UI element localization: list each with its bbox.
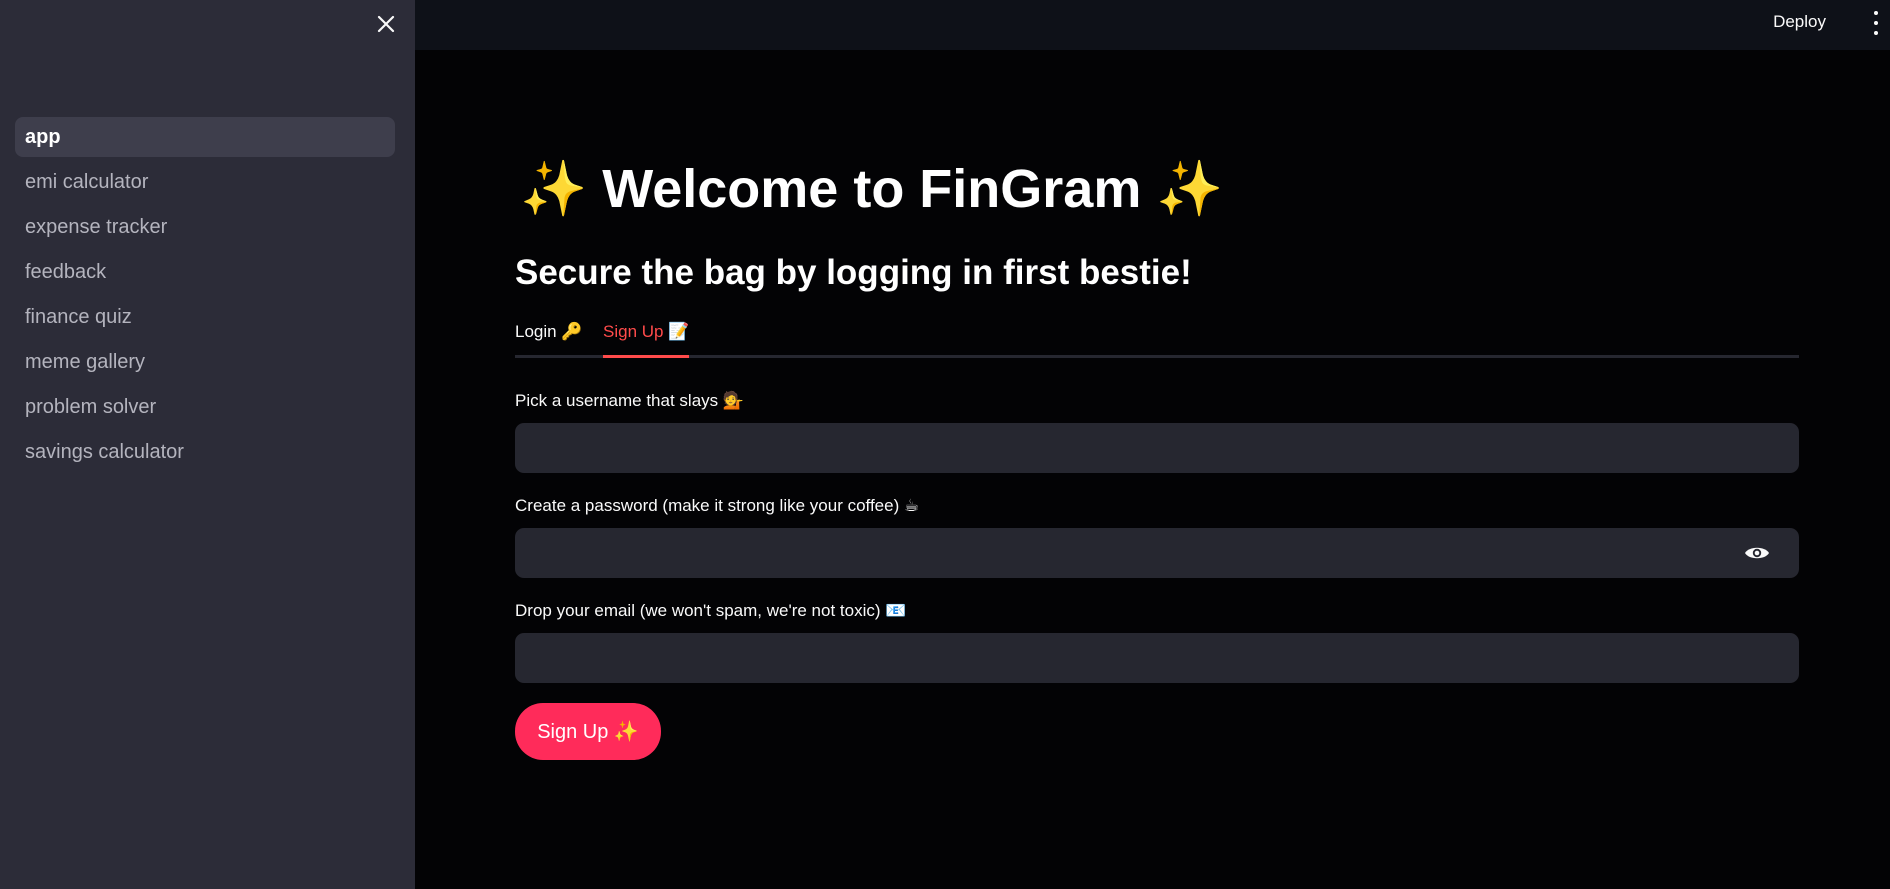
tab-sign-up[interactable]: Sign Up 📝 bbox=[603, 320, 690, 358]
sidebar-nav: app emi calculator expense tracker feedb… bbox=[15, 117, 395, 477]
sidebar-item-meme-gallery[interactable]: meme gallery bbox=[15, 342, 395, 382]
username-label: Pick a username that slays 💁 bbox=[515, 391, 745, 410]
auth-tabs: Login 🔑 Sign Up 📝 bbox=[515, 320, 1799, 358]
close-sidebar-button[interactable] bbox=[372, 10, 400, 38]
close-icon bbox=[377, 15, 395, 33]
sidebar-item-feedback[interactable]: feedback bbox=[15, 252, 395, 292]
sidebar-item-expense-tracker[interactable]: expense tracker bbox=[15, 207, 395, 247]
email-label: Drop your email (we won't spam, we're no… bbox=[515, 601, 907, 620]
sidebar-item-emi-calculator[interactable]: emi calculator bbox=[15, 162, 395, 202]
sidebar-item-savings-calculator[interactable]: savings calculator bbox=[15, 432, 395, 472]
deploy-button[interactable]: Deploy bbox=[1773, 12, 1826, 32]
sidebar-item-problem-solver[interactable]: problem solver bbox=[15, 387, 395, 427]
sign-up-button[interactable]: Sign Up ✨ bbox=[515, 703, 661, 760]
password-label: Create a password (make it strong like y… bbox=[515, 496, 920, 515]
password-input[interactable] bbox=[515, 528, 1799, 578]
kebab-menu-icon bbox=[1874, 11, 1878, 15]
tab-login[interactable]: Login 🔑 bbox=[515, 320, 583, 358]
sidebar: app emi calculator expense tracker feedb… bbox=[0, 0, 415, 889]
top-header: Deploy bbox=[415, 0, 1890, 50]
page-title: ✨ Welcome to FinGram ✨ bbox=[520, 159, 1224, 219]
eye-icon bbox=[1745, 547, 1769, 559]
username-input[interactable] bbox=[515, 423, 1799, 473]
sidebar-item-app[interactable]: app bbox=[15, 117, 395, 157]
kebab-menu-icon-dot bbox=[1874, 31, 1878, 35]
sidebar-item-finance-quiz[interactable]: finance quiz bbox=[15, 297, 395, 337]
main-menu-button[interactable] bbox=[1868, 11, 1884, 35]
page-subtitle: Secure the bag by logging in first besti… bbox=[515, 253, 1192, 292]
email-input[interactable] bbox=[515, 633, 1799, 683]
kebab-menu-icon-dot bbox=[1874, 21, 1878, 25]
show-password-toggle[interactable] bbox=[1743, 539, 1771, 567]
